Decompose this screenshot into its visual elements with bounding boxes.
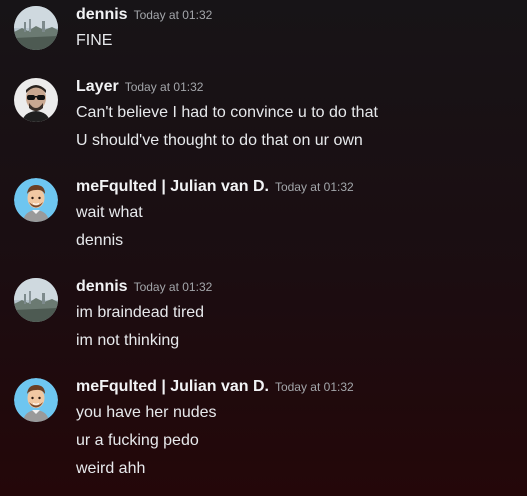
- username[interactable]: meFqulted | Julian van D.: [76, 378, 269, 395]
- message-header: meFqulted | Julian van D. Today at 01:32: [76, 178, 354, 198]
- username[interactable]: dennis: [76, 6, 128, 23]
- timestamp: Today at 01:32: [124, 80, 204, 94]
- message-header: dennis Today at 01:32: [76, 278, 212, 298]
- message-text: dennis: [76, 232, 124, 249]
- message-text: im not thinking: [76, 332, 180, 349]
- user-avatar[interactable]: [14, 278, 58, 322]
- timestamp: Today at 01:32: [274, 380, 354, 394]
- message-header: Layer Today at 01:32: [76, 78, 203, 98]
- user-avatar[interactable]: [14, 378, 58, 422]
- cartoon-man-avatar-icon: [14, 378, 58, 422]
- landscape-avatar-icon: [14, 278, 58, 322]
- username[interactable]: dennis: [76, 278, 128, 295]
- user-avatar[interactable]: [14, 78, 58, 122]
- landscape-avatar-icon: [14, 6, 58, 50]
- timestamp: Today at 01:32: [133, 8, 213, 22]
- sunglasses-man-avatar-icon: [14, 78, 58, 122]
- message-text: wait what: [76, 204, 143, 221]
- message-text: weird ahh: [76, 460, 146, 477]
- message-text: im braindead tired: [76, 304, 205, 321]
- message-text: FINE: [76, 32, 113, 49]
- username[interactable]: meFqulted | Julian van D.: [76, 178, 269, 195]
- timestamp: Today at 01:32: [133, 280, 213, 294]
- user-avatar[interactable]: [14, 178, 58, 222]
- message-text: you have her nudes: [76, 404, 217, 421]
- cartoon-man-avatar-icon: [14, 178, 58, 222]
- username[interactable]: Layer: [76, 78, 119, 95]
- message-header: meFqulted | Julian van D. Today at 01:32: [76, 378, 354, 398]
- user-avatar[interactable]: [14, 6, 58, 50]
- message-text: Can't believe I had to convince u to do …: [76, 104, 378, 121]
- message-header: dennis Today at 01:32: [76, 6, 212, 26]
- timestamp: Today at 01:32: [274, 180, 354, 194]
- message-text: U should've thought to do that on ur own: [76, 132, 363, 149]
- message-text: ur a fucking pedo: [76, 432, 199, 449]
